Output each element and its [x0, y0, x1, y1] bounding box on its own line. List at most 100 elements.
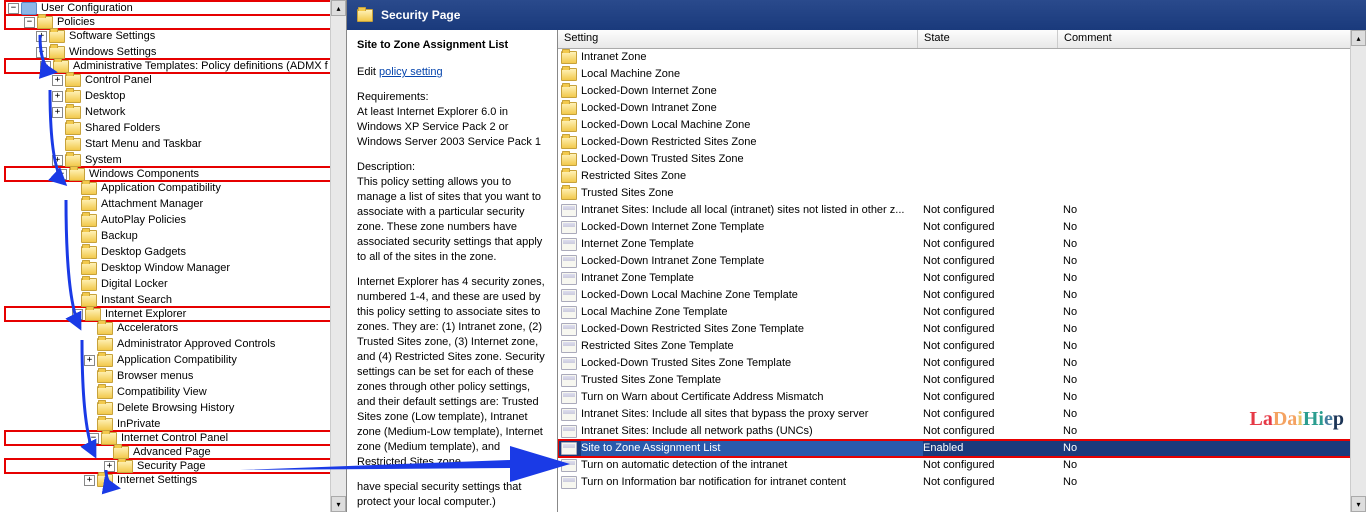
tree-autoplay[interactable]: AutoPlay Policies: [4, 212, 346, 228]
expand-icon[interactable]: +: [36, 31, 47, 42]
folder-icon: [97, 386, 113, 399]
list-header[interactable]: Setting State Comment: [558, 30, 1366, 49]
folder-icon: [37, 16, 53, 29]
list-folder-row[interactable]: Locked-Down Restricted Sites Zone: [558, 134, 1366, 151]
scroll-down-icon[interactable]: ▾: [1351, 496, 1366, 512]
expand-icon[interactable]: +: [52, 91, 63, 102]
folder-icon: [97, 474, 113, 487]
expand-icon[interactable]: +: [104, 461, 115, 472]
folder-icon: [85, 308, 101, 321]
setting-icon: [561, 391, 577, 404]
tree-del-history[interactable]: Delete Browsing History: [4, 400, 346, 416]
col-comment[interactable]: Comment: [1058, 30, 1366, 48]
tree-digital-locker[interactable]: Digital Locker: [4, 276, 346, 292]
list-setting-row[interactable]: Intranet Zone TemplateNot configuredNo: [558, 270, 1366, 287]
setting-icon: [561, 272, 577, 285]
tree-start-menu[interactable]: Start Menu and Taskbar: [4, 136, 346, 152]
tree-admin-controls[interactable]: Administrator Approved Controls: [4, 336, 346, 352]
tree-browser-menus[interactable]: Browser menus: [4, 368, 346, 384]
list-folder-row[interactable]: Trusted Sites Zone: [558, 185, 1366, 202]
tree-shared-folders[interactable]: Shared Folders: [4, 120, 346, 136]
tree-compat-view[interactable]: Compatibility View: [4, 384, 346, 400]
setting-icon: [561, 204, 577, 217]
list-setting-row[interactable]: Internet Zone TemplateNot configuredNo: [558, 236, 1366, 253]
tree-app-compat[interactable]: Application Compatibility: [4, 180, 346, 196]
list-folder-row[interactable]: Locked-Down Trusted Sites Zone: [558, 151, 1366, 168]
folder-icon: [81, 182, 97, 195]
list-setting-row[interactable]: Local Machine Zone TemplateNot configure…: [558, 304, 1366, 321]
setting-icon: [561, 476, 577, 489]
folder-icon: [101, 432, 117, 445]
col-setting[interactable]: Setting: [558, 30, 918, 48]
setting-icon: [561, 306, 577, 319]
tree-desktop[interactable]: +Desktop: [4, 88, 346, 104]
collapse-icon[interactable]: −: [56, 169, 67, 180]
tree-ie-settings[interactable]: +Internet Settings: [4, 472, 346, 488]
watermark: LaDaiHiep: [1250, 408, 1345, 431]
list-setting-row[interactable]: Intranet Sites: Include all network path…: [558, 423, 1366, 440]
expand-icon[interactable]: +: [36, 47, 47, 58]
tree-accelerators[interactable]: Accelerators: [4, 320, 346, 336]
list-setting-row[interactable]: Site to Zone Assignment ListEnabledNo: [558, 440, 1366, 457]
list-setting-row[interactable]: Locked-Down Restricted Sites Zone Templa…: [558, 321, 1366, 338]
expand-icon[interactable]: +: [84, 475, 95, 486]
folder-icon: [81, 230, 97, 243]
list-setting-row[interactable]: Turn on automatic detection of the intra…: [558, 457, 1366, 474]
folder-icon: [81, 246, 97, 259]
list-setting-row[interactable]: Locked-Down Intranet Zone TemplateNot co…: [558, 253, 1366, 270]
tree-app-compat2[interactable]: +Application Compatibility: [4, 352, 346, 368]
list-setting-row[interactable]: Locked-Down Trusted Sites Zone TemplateN…: [558, 355, 1366, 372]
expand-icon[interactable]: +: [52, 155, 63, 166]
list-setting-row[interactable]: Intranet Sites: Include all local (intra…: [558, 202, 1366, 219]
list-folder-row[interactable]: Intranet Zone: [558, 49, 1366, 66]
list-setting-row[interactable]: Locked-Down Internet Zone TemplateNot co…: [558, 219, 1366, 236]
collapse-icon[interactable]: −: [40, 61, 51, 72]
tree-network[interactable]: +Network: [4, 104, 346, 120]
folder-icon: [49, 46, 65, 59]
tree-scrollbar[interactable]: ▴▾: [330, 0, 346, 512]
list-setting-row[interactable]: Trusted Sites Zone TemplateNot configure…: [558, 372, 1366, 389]
list-setting-row[interactable]: Intranet Sites: Include all sites that b…: [558, 406, 1366, 423]
tree-backup[interactable]: Backup: [4, 228, 346, 244]
expand-icon[interactable]: +: [84, 355, 95, 366]
folder-icon: [65, 74, 81, 87]
expand-icon[interactable]: +: [52, 75, 63, 86]
folder-icon: [97, 402, 113, 415]
scroll-down-icon[interactable]: ▾: [331, 496, 346, 512]
tree-desk-win-mgr[interactable]: Desktop Window Manager: [4, 260, 346, 276]
collapse-icon[interactable]: −: [24, 17, 35, 28]
tree-admx[interactable]: −Administrative Templates: Policy defini…: [4, 58, 346, 74]
collapse-icon[interactable]: −: [88, 433, 99, 444]
edit-policy-link[interactable]: policy setting: [379, 66, 443, 78]
folder-icon: [561, 102, 577, 115]
setting-icon: [561, 408, 577, 421]
tree-attach-mgr[interactable]: Attachment Manager: [4, 196, 346, 212]
folder-icon: [65, 106, 81, 119]
setting-icon: [561, 255, 577, 268]
tree-panel: −User Configuration −Policies +Software …: [0, 0, 347, 512]
list-setting-row[interactable]: Turn on Warn about Certificate Address M…: [558, 389, 1366, 406]
scroll-up-icon[interactable]: ▴: [331, 0, 346, 16]
collapse-icon[interactable]: −: [8, 3, 19, 14]
folder-icon: [97, 418, 113, 431]
list-folder-row[interactable]: Local Machine Zone: [558, 66, 1366, 83]
list-folder-row[interactable]: Locked-Down Local Machine Zone: [558, 117, 1366, 134]
list-folder-row[interactable]: Locked-Down Internet Zone: [558, 83, 1366, 100]
expand-icon[interactable]: +: [52, 107, 63, 118]
list-folder-row[interactable]: Locked-Down Intranet Zone: [558, 100, 1366, 117]
list-scrollbar[interactable]: ▴▾: [1350, 30, 1366, 512]
page-title: Security Page: [381, 8, 460, 22]
list-setting-row[interactable]: Turn on Information bar notification for…: [558, 474, 1366, 491]
list-setting-row[interactable]: Restricted Sites Zone TemplateNot config…: [558, 338, 1366, 355]
list-folder-row[interactable]: Restricted Sites Zone: [558, 168, 1366, 185]
tree-desk-gadgets[interactable]: Desktop Gadgets: [4, 244, 346, 260]
page-header: Security Page: [347, 0, 1366, 30]
collapse-icon[interactable]: −: [72, 309, 83, 320]
list-setting-row[interactable]: Locked-Down Local Machine Zone TemplateN…: [558, 287, 1366, 304]
tree-software[interactable]: +Software Settings: [4, 28, 346, 44]
scroll-up-icon[interactable]: ▴: [1351, 30, 1366, 46]
tree-control-panel[interactable]: +Control Panel: [4, 72, 346, 88]
nav-tree[interactable]: −User Configuration −Policies +Software …: [0, 0, 346, 490]
setting-icon: [561, 323, 577, 336]
col-state[interactable]: State: [918, 30, 1058, 48]
